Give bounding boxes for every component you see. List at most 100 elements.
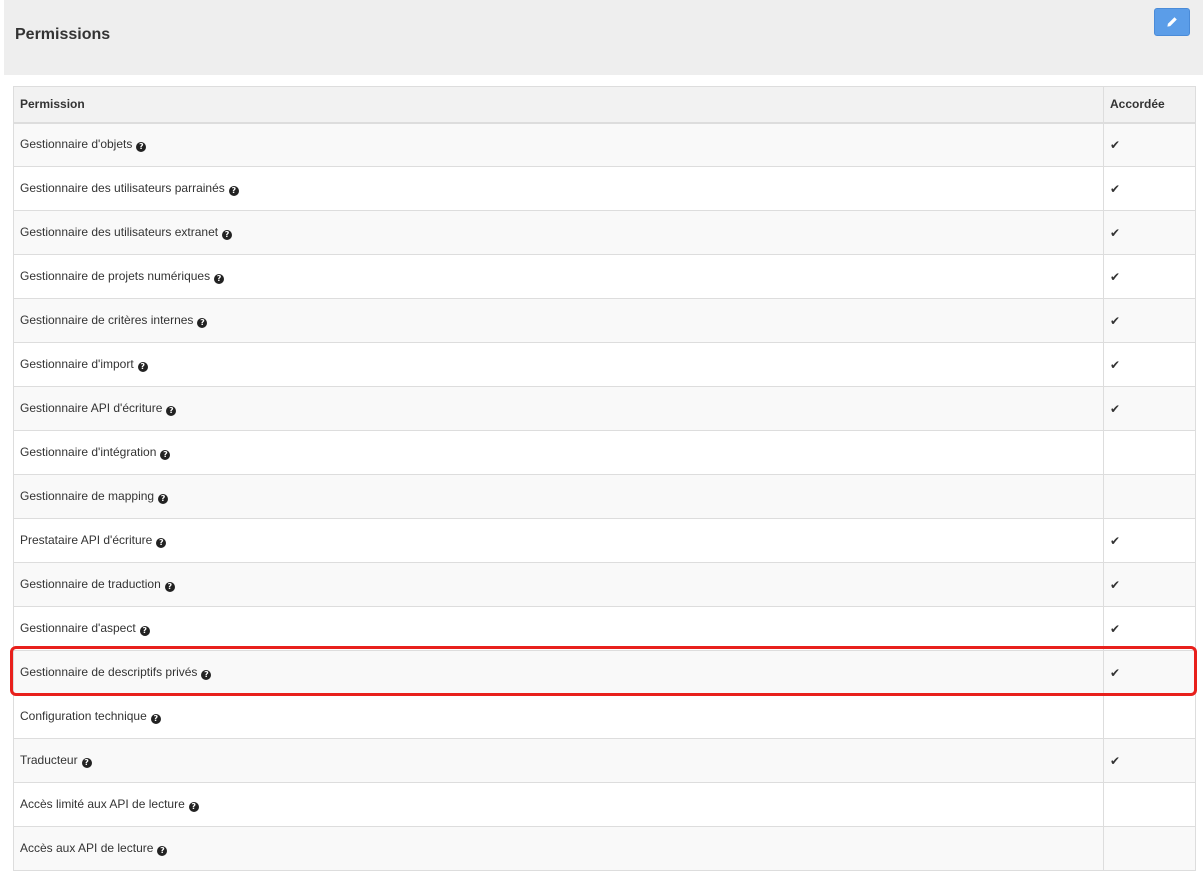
permission-label: Gestionnaire de descriptifs privés: [20, 665, 198, 679]
table-row: Accès aux API de lecture?: [13, 826, 1196, 871]
question-circle-icon[interactable]: ?: [136, 142, 147, 153]
granted-cell: ✔: [1103, 210, 1196, 255]
permission-cell: Gestionnaire d'import?: [13, 342, 1104, 387]
granted-cell: ✔: [1103, 254, 1196, 299]
permissions-table-wrapper: Permission Accordée Gestionnaire d'objet…: [13, 86, 1196, 871]
check-icon: ✔: [1110, 577, 1121, 592]
permission-label: Gestionnaire de critères internes: [20, 313, 194, 327]
table-row: Gestionnaire de descriptifs privés? ✔: [13, 650, 1196, 695]
permission-cell: Gestionnaire de critères internes?: [13, 298, 1104, 343]
permission-label: Configuration technique: [20, 709, 147, 723]
pencil-icon: [1167, 17, 1177, 27]
question-circle-icon[interactable]: ?: [164, 582, 175, 592]
permission-label: Gestionnaire des utilisateurs parrainés: [20, 181, 225, 195]
granted-cell: [1103, 782, 1196, 827]
question-circle-icon[interactable]: ?: [157, 846, 168, 856]
table-row: Gestionnaire d'objets? ✔: [13, 122, 1196, 167]
permission-cell: Gestionnaire des utilisateurs parrainés?: [13, 166, 1104, 211]
question-circle-icon[interactable]: ?: [201, 670, 212, 680]
question-circle-icon[interactable]: ?: [81, 758, 92, 768]
granted-cell: ✔: [1103, 166, 1196, 211]
table-row: Accès limité aux API de lecture?: [13, 782, 1196, 827]
granted-cell: ✔: [1103, 606, 1196, 651]
permission-label: Gestionnaire d'intégration: [20, 445, 157, 459]
permission-cell: Accès limité aux API de lecture?: [13, 782, 1104, 827]
question-circle-icon[interactable]: ?: [222, 230, 233, 240]
edit-button[interactable]: [1154, 8, 1190, 36]
permission-label: Accès aux API de lecture: [20, 841, 154, 855]
table-row: Gestionnaire API d'écriture? ✔: [13, 386, 1196, 431]
permission-cell: Gestionnaire API d'écriture?: [13, 386, 1104, 431]
permission-cell: Gestionnaire des utilisateurs extranet?: [13, 210, 1104, 255]
granted-cell: ✔: [1103, 562, 1196, 607]
table-row: Gestionnaire de critères internes? ✔: [13, 298, 1196, 343]
question-circle-icon[interactable]: ?: [214, 274, 225, 284]
permission-cell: Accès aux API de lecture?: [13, 826, 1104, 871]
permission-label: Accès limité aux API de lecture: [20, 797, 185, 811]
check-icon: ✔: [1110, 269, 1121, 284]
granted-cell: ✔: [1103, 650, 1196, 695]
permission-label: Gestionnaire des utilisateurs extranet: [20, 225, 219, 239]
question-circle-icon[interactable]: ?: [166, 406, 177, 416]
permission-label: Gestionnaire API d'écriture: [20, 401, 163, 415]
table-row: Gestionnaire de traduction? ✔: [13, 562, 1196, 607]
permission-cell: Gestionnaire de traduction?: [13, 562, 1104, 607]
granted-cell: ✔: [1103, 342, 1196, 387]
check-icon: ✔: [1110, 401, 1121, 416]
permission-cell: Gestionnaire de descriptifs privés?: [13, 650, 1104, 695]
permission-cell: Configuration technique?: [13, 694, 1104, 739]
permission-label: Gestionnaire d'import: [20, 357, 134, 371]
check-icon: ✔: [1110, 313, 1121, 328]
granted-cell: [1103, 826, 1196, 871]
granted-cell: ✔: [1103, 386, 1196, 431]
check-icon: ✔: [1110, 621, 1121, 636]
permissions-table: Permission Accordée Gestionnaire d'objet…: [13, 86, 1196, 871]
permission-cell: Prestataire API d'écriture?: [13, 518, 1104, 563]
permission-label: Gestionnaire d'objets: [20, 137, 133, 152]
question-circle-icon[interactable]: ?: [150, 714, 161, 724]
table-header-row: Permission Accordée: [13, 86, 1196, 124]
question-circle-icon[interactable]: ?: [197, 318, 208, 328]
column-header-permission[interactable]: Permission: [13, 86, 1104, 124]
table-row: Gestionnaire d'intégration?: [13, 430, 1196, 475]
check-icon: ✔: [1110, 753, 1121, 768]
permission-cell: Gestionnaire d'intégration?: [13, 430, 1104, 475]
permission-cell: Gestionnaire d'aspect?: [13, 606, 1104, 651]
granted-cell: [1103, 430, 1196, 475]
check-icon: ✔: [1110, 181, 1121, 196]
permission-cell: Gestionnaire de mapping?: [13, 474, 1104, 519]
granted-cell: ✔: [1103, 298, 1196, 343]
question-circle-icon[interactable]: ?: [139, 626, 150, 636]
table-row: Prestataire API d'écriture? ✔: [13, 518, 1196, 563]
table-row: Gestionnaire de projets numériques? ✔: [13, 254, 1196, 299]
table-row: Gestionnaire d'aspect? ✔: [13, 606, 1196, 651]
granted-cell: ✔: [1103, 122, 1196, 167]
check-icon: ✔: [1110, 533, 1121, 548]
table-row: Gestionnaire de mapping?: [13, 474, 1196, 519]
table-row: Gestionnaire d'import? ✔: [13, 342, 1196, 387]
question-circle-icon[interactable]: ?: [156, 538, 167, 548]
permission-cell: Traducteur?: [13, 738, 1104, 783]
question-circle-icon[interactable]: ?: [137, 362, 148, 372]
granted-cell: [1103, 474, 1196, 519]
question-circle-icon[interactable]: ?: [158, 494, 169, 504]
permission-label: Traducteur: [20, 753, 78, 767]
table-row: Gestionnaire des utilisateurs parrainés?…: [13, 166, 1196, 211]
check-icon: ✔: [1110, 665, 1121, 680]
question-circle-icon[interactable]: ?: [188, 802, 199, 812]
check-icon: ✔: [1110, 137, 1121, 152]
question-circle-icon[interactable]: ?: [160, 450, 171, 460]
granted-cell: [1103, 694, 1196, 739]
panel-header: Permissions: [4, 0, 1203, 75]
table-row: Traducteur? ✔: [13, 738, 1196, 783]
question-circle-icon[interactable]: ?: [228, 186, 239, 196]
permission-label: Gestionnaire de projets numériques: [20, 269, 211, 283]
permission-label: Gestionnaire de traduction: [20, 577, 161, 591]
permission-label: Gestionnaire de mapping: [20, 489, 155, 503]
granted-cell: ✔: [1103, 738, 1196, 783]
permission-label: Gestionnaire d'aspect: [20, 621, 136, 635]
check-icon: ✔: [1110, 357, 1121, 372]
permission-label: Prestataire API d'écriture: [20, 533, 153, 547]
granted-cell: ✔: [1103, 518, 1196, 563]
column-header-granted[interactable]: Accordée: [1103, 86, 1196, 124]
